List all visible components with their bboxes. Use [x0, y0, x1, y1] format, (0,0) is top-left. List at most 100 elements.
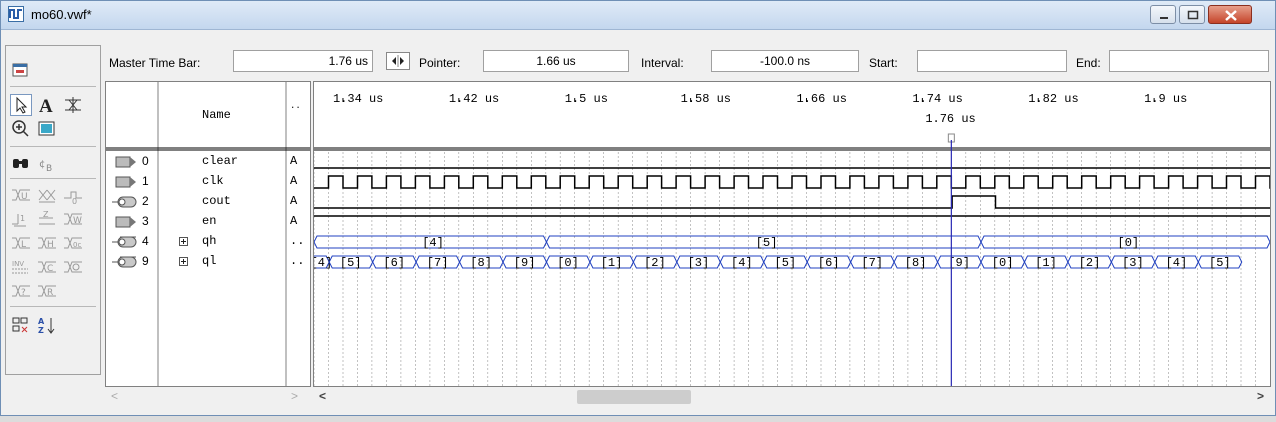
svg-text:B: B: [46, 164, 52, 174]
signal-index: 2: [142, 194, 149, 208]
find-icon[interactable]: [10, 152, 32, 174]
dont-care-icon[interactable]: [36, 184, 58, 206]
ql-bus-value: [1]: [601, 256, 623, 270]
window-icon[interactable]: [10, 60, 32, 82]
signal-list-pane: Name .. 0 clear A 1 clk A 2 cout A 3 en A 4 qh.. 9 ql..: [105, 81, 311, 387]
scroll-right-arrow-icon[interactable]: >: [291, 389, 298, 403]
toolbar-separator: [10, 146, 96, 147]
scroll-right-arrow-icon[interactable]: >: [1257, 389, 1264, 403]
end-field[interactable]: [1109, 50, 1269, 72]
svg-text:?: ?: [21, 288, 26, 298]
svg-text:Z: Z: [38, 326, 44, 335]
svg-text:H: H: [47, 240, 54, 250]
input-pin-icon: [115, 176, 136, 188]
ql-bus-value: [0]: [557, 256, 579, 270]
interval-field[interactable]: -100.0 ns: [711, 50, 859, 72]
waveform-scrollbar[interactable]: < >: [313, 389, 1271, 405]
qh-bus-value: [5]: [756, 236, 778, 250]
svg-text:¢: ¢: [39, 159, 45, 170]
signal-name[interactable]: en: [202, 214, 216, 228]
clk-waveform[interactable]: [314, 175, 1270, 189]
output-pin-icon: [112, 236, 137, 248]
ruler-tick-label: 1.42 us: [449, 92, 499, 106]
unknown-value-icon[interactable]: ?: [10, 280, 32, 302]
minimize-button[interactable]: [1150, 5, 1176, 24]
sort-icon[interactable]: AZ: [36, 314, 58, 336]
ql-bus-value: [4]: [731, 256, 753, 270]
svg-text:A: A: [39, 96, 53, 116]
weak-high-icon[interactable]: W: [62, 208, 84, 230]
clock-value-icon[interactable]: 0c: [62, 232, 84, 254]
scroll-left-arrow-icon[interactable]: <: [319, 389, 326, 403]
signal-list-scrollbar[interactable]: < >: [105, 389, 311, 405]
interval-label: Interval:: [641, 56, 684, 70]
value-column-header[interactable]: ..: [290, 102, 301, 111]
group-icon[interactable]: [10, 314, 32, 336]
signal-index: 3: [142, 214, 149, 228]
ql-bus-value: [2]: [1079, 256, 1101, 270]
master-time-bar-field[interactable]: 1.76 us: [233, 50, 373, 72]
scroll-left-arrow-icon[interactable]: <: [111, 389, 118, 403]
signal-value: A: [290, 214, 298, 228]
signal-row-en[interactable]: 3 en A: [106, 212, 310, 232]
waveform-pane[interactable]: 1.34 us 1.42 us 1.5 us 1.58 us 1.66 us 1.74 u…: [313, 81, 1271, 387]
svg-text:L: L: [21, 240, 26, 250]
signal-row-clear[interactable]: 0 clear A: [106, 152, 310, 172]
signal-row-clk[interactable]: 1 clk A: [106, 172, 310, 192]
waveform-editing-tool-icon[interactable]: [62, 94, 84, 116]
pointer-field[interactable]: 1.66 us: [483, 50, 629, 72]
signal-name[interactable]: clk: [202, 174, 224, 188]
signal-name[interactable]: clear: [202, 154, 238, 168]
svg-text:W: W: [73, 216, 82, 226]
radix-icon[interactable]: R: [36, 280, 58, 302]
text-tool-icon[interactable]: A: [36, 94, 58, 117]
signal-row-ql[interactable]: 9 ql..: [106, 252, 310, 272]
signal-name[interactable]: ql: [202, 254, 216, 268]
random-value-icon[interactable]: C: [36, 256, 58, 278]
waveform-editor-window: mo60.vwf* A ¢ B U 0 1 Z W L H 0c INV C ?…: [0, 0, 1276, 416]
output-pin-icon: [112, 256, 137, 268]
count-value-icon[interactable]: H: [36, 232, 58, 254]
name-column-header[interactable]: Name: [202, 108, 231, 122]
ql-bus-value: [7]: [427, 256, 449, 270]
invert-icon[interactable]: L: [10, 232, 32, 254]
full-screen-icon[interactable]: [36, 118, 58, 140]
window-title: mo60.vwf*: [31, 7, 92, 22]
replace-icon[interactable]: ¢ B: [36, 152, 58, 174]
ruler-tick-label: 1.5 us: [565, 92, 608, 106]
signal-index: 4: [142, 234, 149, 248]
zoom-tool-icon[interactable]: [10, 118, 32, 140]
input-pin-icon: [115, 216, 136, 228]
ruler-tick-label: 1.74 us: [912, 92, 962, 106]
ruler-tick-label: 1.66 us: [796, 92, 846, 106]
low-icon[interactable]: 0: [62, 184, 84, 206]
ruler-tick-label: 1.9 us: [1144, 92, 1187, 106]
pointer-tool-icon[interactable]: [10, 94, 32, 116]
pointer-label: Pointer:: [419, 56, 461, 70]
start-field[interactable]: [917, 50, 1067, 72]
signal-row-qh[interactable]: 4 qh..: [106, 232, 310, 252]
title-bar[interactable]: mo60.vwf*: [1, 1, 1275, 30]
clock-icon[interactable]: [62, 256, 84, 278]
ql-bus-value: [5]: [340, 256, 362, 270]
ql-bus-value: [7]: [861, 256, 883, 270]
uninitialized-icon[interactable]: U: [10, 184, 32, 206]
time-bar-stepper[interactable]: [386, 52, 410, 70]
signal-name[interactable]: qh: [202, 234, 216, 248]
ruler-tick-label: 1.34 us: [333, 92, 383, 106]
close-button[interactable]: [1208, 5, 1252, 24]
signal-name[interactable]: cout: [202, 194, 231, 208]
weak-low-icon[interactable]: Z: [36, 208, 58, 230]
ql-bus-value: [8]: [470, 256, 492, 270]
arbitrary-value-icon[interactable]: INV: [10, 256, 32, 278]
high-icon[interactable]: 1: [10, 208, 32, 230]
ql-bus-value: [3]: [1122, 256, 1144, 270]
maximize-button[interactable]: [1179, 5, 1205, 24]
signal-value: ..: [290, 254, 305, 268]
scrollbar-thumb[interactable]: [577, 390, 691, 404]
expand-plus-icon[interactable]: [179, 257, 188, 266]
expand-plus-icon[interactable]: [179, 237, 188, 246]
end-label: End:: [1076, 56, 1101, 70]
waveform-display[interactable]: 1.34 us 1.42 us 1.5 us 1.58 us 1.66 us 1.74 u…: [314, 82, 1270, 386]
signal-row-cout[interactable]: 2 cout A: [106, 192, 310, 212]
